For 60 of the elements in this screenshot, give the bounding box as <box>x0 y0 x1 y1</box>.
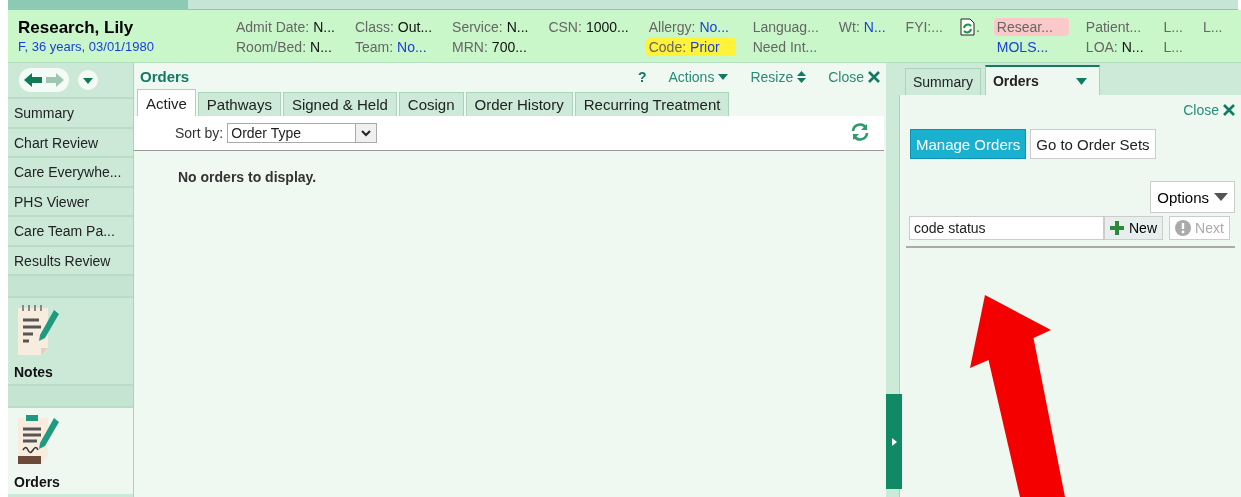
search-field[interactable]: code status <box>909 216 1104 240</box>
header-field[interactable]: CSN: 1000... <box>545 18 632 36</box>
header-field[interactable]: Languag... <box>749 18 822 36</box>
plus-icon <box>1110 221 1124 235</box>
caret-icon <box>1214 193 1228 201</box>
tab[interactable]: Pathways <box>197 92 281 116</box>
back-forward-buttons[interactable] <box>19 68 69 92</box>
header-field[interactable]: Class: Out... <box>351 18 436 36</box>
splitter-handle[interactable] <box>886 394 902 489</box>
help-button[interactable]: ? <box>637 68 647 85</box>
actions-menu[interactable]: Actions <box>668 68 729 85</box>
header-field[interactable]: MOLS... <box>993 38 1069 56</box>
chevron-down-icon <box>361 129 372 137</box>
close-icon <box>868 70 880 83</box>
resize-button[interactable]: Resize <box>750 68 807 85</box>
new-button[interactable]: New <box>1104 216 1163 240</box>
header-field[interactable]: L... <box>1200 18 1226 36</box>
tab[interactable]: Signed & Held <box>282 92 397 116</box>
options-button[interactable]: Options <box>1150 181 1235 213</box>
dropdown-icon[interactable] <box>77 69 99 91</box>
header-field[interactable]: L... <box>1160 38 1186 56</box>
header-field[interactable]: Patient... <box>1082 18 1147 36</box>
header-field[interactable]: Team: No... <box>351 38 436 56</box>
header-field[interactable]: Wt: N... <box>835 18 889 36</box>
exclamation-icon <box>1175 220 1191 236</box>
caret-icon <box>1075 77 1087 85</box>
header-field[interactable]: Need Int... <box>749 38 822 56</box>
document-refresh-icon[interactable] <box>959 18 975 36</box>
header-field[interactable]: Allergy: No... <box>645 18 736 36</box>
tab[interactable]: Active <box>137 89 196 116</box>
header-field: . <box>975 19 980 35</box>
header-field[interactable]: Admit Date: N... <box>233 18 338 36</box>
up-down-icon <box>797 70 807 83</box>
close-button[interactable]: Close <box>1183 99 1235 121</box>
close-button[interactable]: Close <box>828 68 880 85</box>
refresh-icon[interactable] <box>850 122 870 142</box>
header-badge[interactable]: Code: Prior <box>645 38 736 56</box>
panel-title: Orders <box>140 68 190 85</box>
mode-button[interactable]: Go to Order Sets <box>1030 129 1156 159</box>
activity-tab[interactable]: Orders <box>8 406 133 494</box>
tab[interactable]: Recurring Treatment <box>574 92 730 116</box>
tab[interactable]: Order History <box>465 92 573 116</box>
tab[interactable]: Orders <box>984 65 1100 95</box>
empty-message: No orders to display. <box>177 168 318 185</box>
tab[interactable]: Summary <box>905 68 981 95</box>
header-field[interactable]: L... <box>1160 18 1186 36</box>
sort-dropdown[interactable]: Order Type <box>227 123 378 143</box>
back-arrow-icon[interactable] <box>23 72 43 88</box>
patient-details[interactable]: F, 36 years, 03/01/1980 <box>18 38 233 56</box>
patient-name: Research, Lily <box>18 18 135 38</box>
header-field[interactable]: MRN: 700... <box>449 38 532 56</box>
close-icon <box>1223 104 1235 116</box>
header-field[interactable]: Service: N... <box>449 18 532 36</box>
header-field[interactable]: LOA: N... <box>1082 38 1147 56</box>
tab[interactable]: Cosign <box>398 92 464 116</box>
header-field[interactable]: Room/Bed: N... <box>233 38 338 56</box>
header-field[interactable]: FYI:... <box>902 18 946 36</box>
caret-icon <box>718 73 729 80</box>
header-badge[interactable]: Resear... <box>993 18 1069 36</box>
sort-label: Sort by: <box>175 125 224 141</box>
